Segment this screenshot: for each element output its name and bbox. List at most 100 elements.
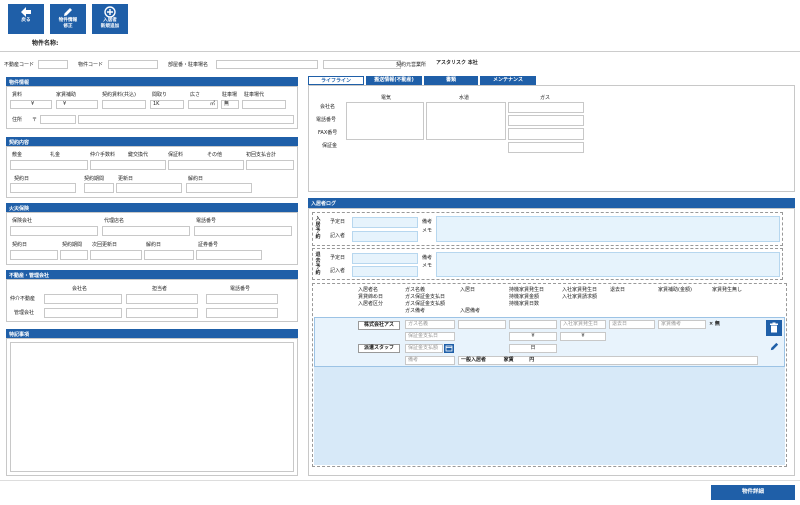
move-in-memo-input[interactable] (436, 216, 780, 242)
tenant-summary-row: 一般入居者 家賃 円 (458, 356, 758, 365)
th-company-rent-date: 入社家賃発生日 (562, 287, 598, 293)
gas-name-input[interactable]: ガス名義 (405, 320, 455, 329)
edit-property-button[interactable]: 物件情報 修正 (50, 4, 86, 34)
notes-textarea[interactable] (10, 342, 294, 472)
next-renewal-input[interactable] (90, 250, 142, 260)
move-out-memo-label: メモ (422, 263, 433, 269)
property-code-input[interactable] (108, 60, 158, 69)
tenant-company-button[interactable]: 株式会社アス (358, 321, 400, 330)
company-rent-amount-input[interactable]: ¥ (560, 332, 606, 341)
standby-rent-amount-input[interactable]: ¥ (509, 332, 557, 341)
gas-phone-input[interactable] (508, 115, 584, 126)
contract-header: 契約内容 (6, 137, 298, 146)
th-gas-remarks: ガス備考 (405, 308, 426, 314)
fax-number-label: FAX番号 (318, 130, 338, 136)
postal-code-input[interactable] (40, 115, 76, 124)
pencil-icon (64, 8, 72, 16)
company-rent-date-input[interactable]: 入社家賃発生日 (560, 320, 606, 329)
realestate-code-label: 不動産コード (4, 62, 35, 68)
realestate-code-input[interactable] (38, 60, 68, 69)
contract-period-input[interactable] (84, 183, 114, 193)
agency-name-input[interactable] (102, 226, 190, 236)
insurance-period-input[interactable] (60, 250, 88, 260)
move-out-scheduled-label: 予定日 (330, 255, 346, 261)
gas-remarks-input[interactable]: 備考 (405, 356, 455, 365)
th-tenant-type: 入居者区分 (358, 301, 384, 307)
fire-insurance-header: 火災保険 (6, 203, 298, 212)
tenant-staff-button[interactable]: 派遣スタッフ (358, 344, 400, 353)
manager-phone-input[interactable] (206, 308, 278, 318)
electric-company-input[interactable] (346, 102, 424, 140)
move-in-date-cell[interactable] (458, 320, 506, 329)
layout-input[interactable]: 1K (150, 100, 184, 109)
move-in-recorder-input[interactable] (352, 231, 418, 242)
standby-rent-days-input[interactable]: 日 (509, 344, 557, 353)
broker-company-input[interactable] (44, 294, 122, 304)
manager-person-input[interactable] (126, 308, 198, 318)
move-out-tag: 退去予約 (315, 252, 321, 276)
back-button[interactable]: 戻る (8, 4, 44, 34)
deposit-input[interactable] (10, 160, 88, 170)
certificate-number-input[interactable] (196, 250, 262, 260)
insurance-company-input[interactable] (10, 226, 98, 236)
renewal-date-input[interactable] (116, 183, 182, 193)
rent-remark-input[interactable]: 家賃備考 (658, 320, 706, 329)
move-out-date-input[interactable]: 退去日 (609, 320, 655, 329)
move-out-date-input[interactable] (352, 253, 418, 264)
agency-phone-label: 電話番号 (230, 286, 251, 292)
property-detail-button[interactable]: 物件詳細 (711, 485, 795, 500)
gas-fax-input[interactable] (508, 128, 584, 140)
gas-deposit-date-input[interactable]: 保証金支払日 (405, 332, 455, 341)
plus-circle-icon (104, 6, 116, 18)
rent-input[interactable]: ¥ (10, 100, 52, 109)
cancel-date-input[interactable] (186, 183, 252, 193)
room-parking-input-2[interactable] (323, 60, 401, 69)
move-in-scheduled-label: 予定日 (330, 219, 346, 225)
tab-transport-info[interactable]: 搬送情報(不動産) (366, 76, 422, 85)
pencil-edit-icon[interactable] (769, 341, 780, 352)
parking-fee-input[interactable] (242, 100, 286, 109)
broker-person-input[interactable] (126, 294, 198, 304)
rent-subsidy-input[interactable]: ¥ (56, 100, 98, 109)
move-out-recorder-input[interactable] (352, 266, 418, 277)
move-in-date-input[interactable] (352, 217, 418, 228)
room-parking-input[interactable] (216, 60, 318, 69)
initial-total-input[interactable] (246, 160, 294, 170)
delete-button[interactable] (766, 320, 782, 336)
tab-lifeline[interactable]: ライフライン (308, 76, 364, 85)
move-in-recorder-label: 記入者 (330, 233, 346, 239)
gas-company-input[interactable] (508, 102, 584, 113)
broker-phone-input[interactable] (206, 294, 278, 304)
insurance-contract-date-input[interactable] (10, 250, 58, 260)
guarantee-fee-input[interactable] (168, 160, 244, 170)
insurance-cancel-input[interactable] (144, 250, 194, 260)
standby-rent-date-input[interactable] (509, 320, 557, 329)
manager-company-input[interactable] (44, 308, 122, 318)
th-move-in-remarks: 入居備考 (460, 308, 481, 314)
gas-deposit-input[interactable] (508, 142, 584, 153)
add-tenant-button[interactable]: 入居者 新規追加 (92, 4, 128, 34)
area-input[interactable]: ㎡ (188, 100, 218, 109)
gas-deposit-amount-input[interactable]: 保証金支払額 (405, 344, 443, 353)
parking-select[interactable]: 無 (221, 100, 239, 109)
broker-fee-input[interactable] (90, 160, 166, 170)
rent-subsidy-label: 家賃補助 (56, 92, 77, 98)
key-money-label: 礼金 (50, 152, 61, 158)
no-rent-mark[interactable]: × 無 (709, 321, 720, 327)
th-company-rent-amount: 入社家賃請求額 (562, 294, 598, 300)
address-input[interactable] (78, 115, 294, 124)
move-out-memo-input[interactable] (436, 252, 780, 277)
tab-maintenance[interactable]: メンテナンス (480, 76, 536, 85)
insurance-company-label: 保険会社 (12, 218, 33, 224)
agency-header: 不動産・管理会社 (6, 270, 298, 279)
calendar-button[interactable] (444, 344, 454, 353)
water-company-input[interactable] (426, 102, 506, 140)
th-closing-date: 賃貸締め日 (358, 294, 384, 300)
contract-rent-input[interactable] (102, 100, 146, 109)
contract-date-input[interactable] (10, 183, 76, 193)
move-in-memo-label: メモ (422, 228, 433, 234)
agency-person-label: 担当者 (152, 286, 168, 292)
phone-number-label: 電話番号 (316, 117, 337, 123)
insurance-phone-input[interactable] (194, 226, 292, 236)
tab-documents[interactable]: 書類 (424, 76, 478, 85)
